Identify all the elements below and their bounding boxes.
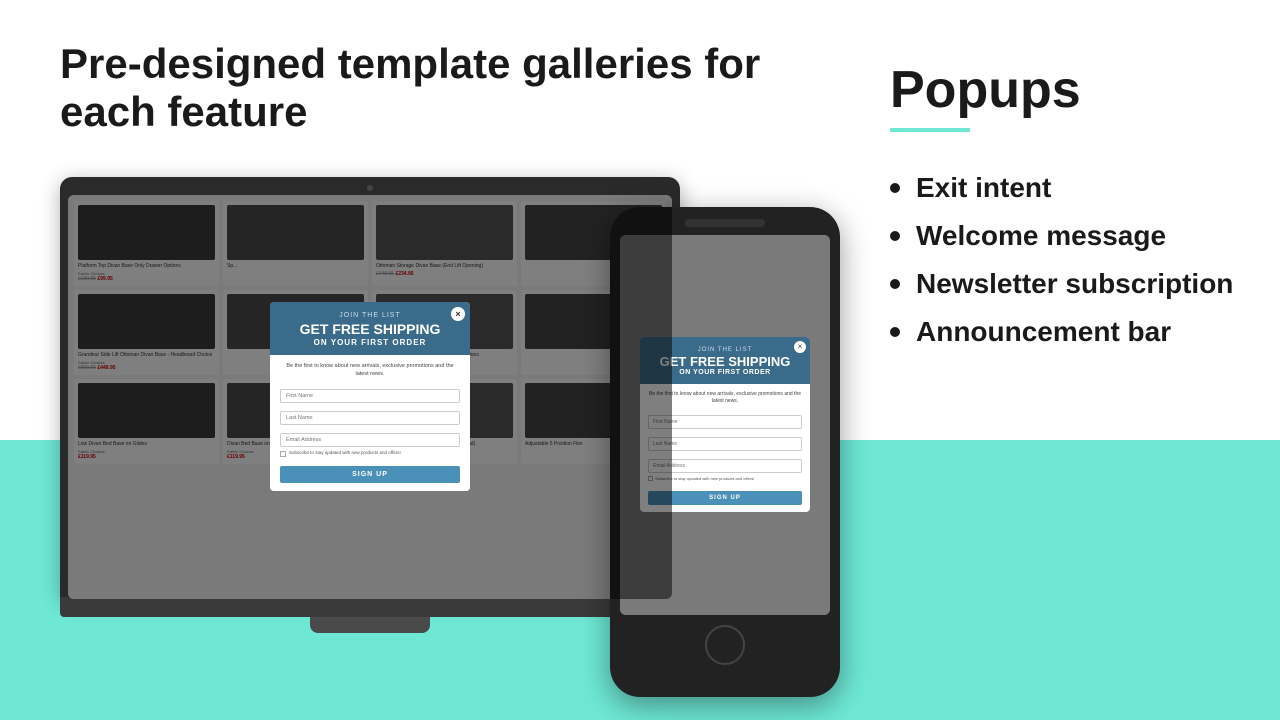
list-item: Exit intent bbox=[890, 172, 1240, 204]
bullet-label: Announcement bar bbox=[916, 316, 1171, 348]
list-item: Newsletter subscription bbox=[890, 268, 1240, 300]
popup-first-name-input[interactable] bbox=[280, 389, 460, 403]
list-item: Welcome message bbox=[890, 220, 1240, 252]
content-wrapper: Pre-designed template galleries for each… bbox=[0, 0, 1280, 720]
popup-close-button[interactable]: × bbox=[451, 307, 465, 321]
phone-popup-title: GET FREE SHIPPING bbox=[650, 355, 800, 369]
section-title: Popups bbox=[890, 60, 1240, 120]
popup-header: JOIN THE LIST GET FREE SHIPPING ON YOUR … bbox=[270, 302, 470, 354]
bullet-dot bbox=[890, 231, 900, 241]
popup-signup-button[interactable]: SIGN UP bbox=[280, 466, 460, 483]
bullet-dot bbox=[890, 279, 900, 289]
popup-email-input[interactable] bbox=[280, 433, 460, 447]
left-section: Pre-designed template galleries for each… bbox=[0, 0, 860, 720]
phone-popup-close-button[interactable]: × bbox=[794, 341, 806, 353]
laptop-screen: Platform Top Divan Base Only Drawer Opti… bbox=[68, 195, 672, 599]
list-item: Announcement bar bbox=[890, 316, 1240, 348]
laptop-mockup: Platform Top Divan Base Only Drawer Opti… bbox=[60, 177, 680, 637]
popup-subtitle: ON YOUR FIRST ORDER bbox=[282, 338, 458, 347]
popup-last-name-input[interactable] bbox=[280, 411, 460, 425]
laptop-camera bbox=[367, 185, 373, 191]
popup-title: GET FREE SHIPPING bbox=[282, 322, 458, 337]
popup-checkbox-row: Subscribe to stay updated with new produ… bbox=[280, 450, 460, 457]
bullet-label: Newsletter subscription bbox=[916, 268, 1233, 300]
phone-notch bbox=[685, 219, 765, 227]
popup-body: Be the first to know about new arrivals,… bbox=[270, 355, 470, 491]
phone-popup-subtitle: ON YOUR FIRST ORDER bbox=[650, 369, 800, 376]
bullet-list: Exit intent Welcome message Newsletter s… bbox=[890, 172, 1240, 348]
popup-overlay: JOIN THE LIST GET FREE SHIPPING ON YOUR … bbox=[68, 195, 672, 599]
device-container: Platform Top Divan Base Only Drawer Opti… bbox=[60, 177, 860, 697]
section-underline bbox=[890, 128, 970, 132]
popup-checkbox-label: Subscribe to stay updated with new produ… bbox=[289, 450, 401, 456]
popup-subscribe-checkbox[interactable] bbox=[280, 451, 286, 457]
bullet-dot bbox=[890, 183, 900, 193]
laptop-base bbox=[60, 597, 680, 617]
right-section: Popups Exit intent Welcome message Newsl… bbox=[860, 0, 1280, 720]
popup-modal: JOIN THE LIST GET FREE SHIPPING ON YOUR … bbox=[270, 302, 470, 490]
laptop-body: Platform Top Divan Base Only Drawer Opti… bbox=[60, 177, 680, 597]
page-title: Pre-designed template galleries for each… bbox=[60, 40, 860, 137]
laptop-stand bbox=[310, 617, 430, 633]
bullet-label: Welcome message bbox=[916, 220, 1166, 252]
phone-popup-join-text: JOIN THE LIST bbox=[650, 347, 800, 353]
phone-home-button[interactable] bbox=[705, 625, 745, 665]
bullet-label: Exit intent bbox=[916, 172, 1051, 204]
popup-description: Be the first to know about new arrivals,… bbox=[280, 363, 460, 378]
popup-join-text: JOIN THE LIST bbox=[282, 312, 458, 319]
bullet-dot bbox=[890, 327, 900, 337]
